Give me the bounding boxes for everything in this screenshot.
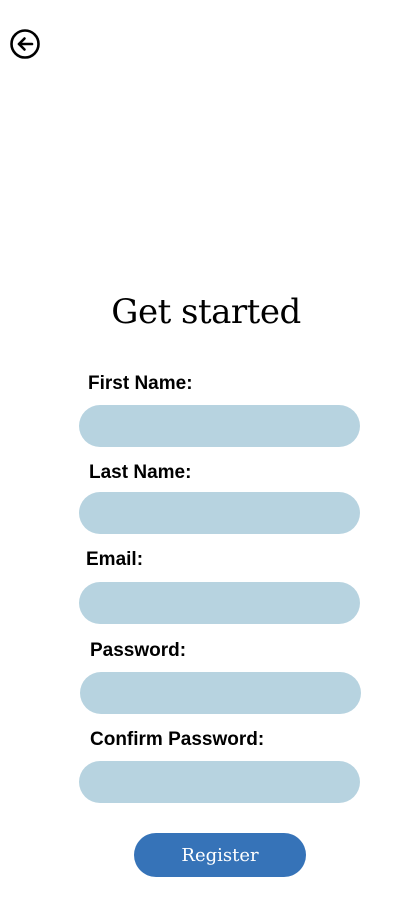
email-label: Email: (86, 549, 144, 570)
password-label: Password: (90, 640, 187, 661)
confirm-password-label: Confirm Password: (90, 729, 265, 750)
arrow-left-circle-icon (9, 28, 41, 60)
last-name-label: Last Name: (89, 462, 192, 483)
first-name-label: First Name: (88, 373, 193, 394)
email-field[interactable] (79, 582, 360, 624)
password-field[interactable] (80, 672, 361, 714)
back-button[interactable] (9, 28, 41, 60)
first-name-field[interactable] (79, 405, 360, 447)
last-name-field[interactable] (79, 492, 360, 534)
register-button[interactable]: Register (134, 833, 306, 877)
confirm-password-field[interactable] (79, 761, 360, 803)
page-title: Get started (111, 292, 301, 332)
